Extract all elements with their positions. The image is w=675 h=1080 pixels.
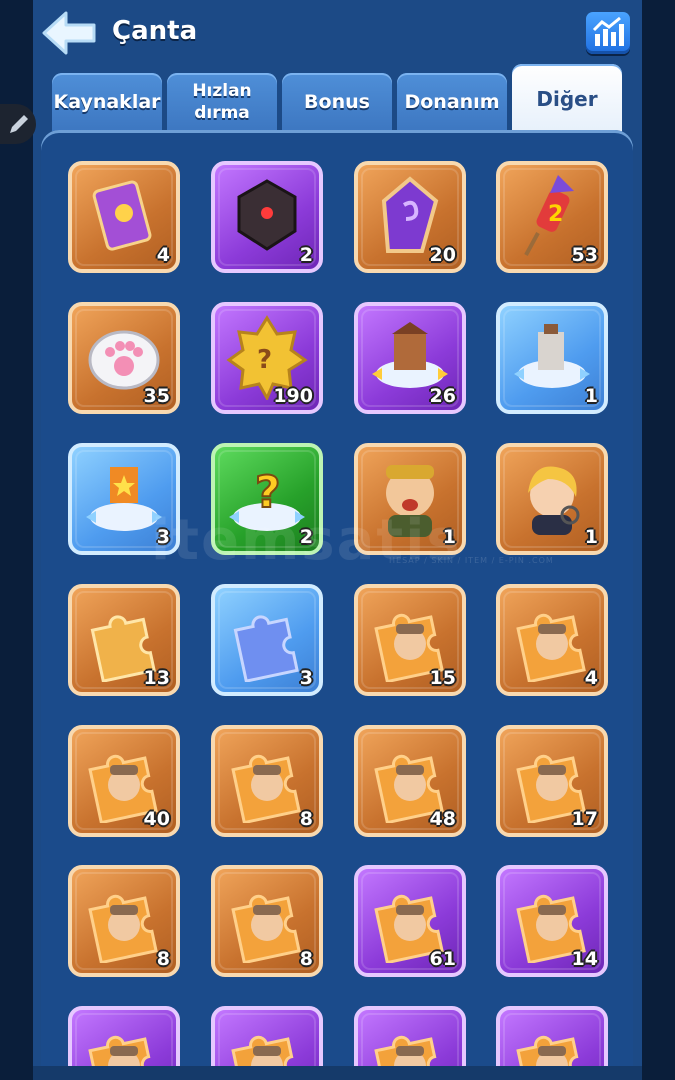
banner-move-icon [86, 467, 162, 531]
tab-kaynaklar[interactable]: Kaynaklar [52, 73, 162, 131]
item-count: 2 [299, 526, 313, 548]
inventory-item[interactable]: 4 [68, 161, 180, 273]
item-count: 15 [429, 667, 456, 689]
puzzle-hero-icon [231, 1035, 301, 1066]
item-count: 8 [299, 948, 313, 970]
tab-hizlandirma[interactable]: Hızlan dırma [167, 73, 277, 131]
item-count: 61 [429, 948, 456, 970]
inventory-item[interactable]: ? 2 [211, 443, 323, 555]
tab-bar: Kaynaklar Hızlan dırma Bonus Donanım Diğ… [52, 64, 624, 134]
bar-chart-icon [592, 16, 624, 46]
stats-button[interactable] [586, 12, 630, 54]
puzzle-hero-icon [88, 1035, 158, 1066]
inventory-item[interactable]: 8 [211, 725, 323, 837]
item-count: 1 [584, 526, 598, 548]
item-count: 48 [429, 808, 456, 830]
inventory-item[interactable] [68, 1006, 180, 1066]
puzzle-hero-icon [374, 1035, 444, 1066]
tower-move-icon [514, 324, 590, 388]
tab-donanim[interactable]: Donanım [397, 73, 507, 131]
header: Çanta [0, 0, 675, 70]
edit-side-button[interactable] [0, 104, 36, 144]
tab-diger[interactable]: Diğer [512, 64, 622, 134]
inventory-panel[interactable]: 4 2 20 2 53 35? 190 26 1 3? 2 1 1 13 3 15 4 40 8 48 17 8 8 61 14… [41, 130, 633, 1066]
inventory-item[interactable] [496, 1006, 608, 1066]
svg-text:2: 2 [548, 202, 563, 227]
puzzle-hero-icon [231, 754, 301, 823]
inventory-item[interactable]: 61 [354, 865, 466, 977]
arrow-left-icon [42, 11, 96, 55]
item-count: 4 [584, 667, 598, 689]
inventory-item[interactable] [211, 1006, 323, 1066]
back-button[interactable] [42, 10, 98, 56]
item-count: 8 [299, 808, 313, 830]
inventory-item[interactable]: 48 [354, 725, 466, 837]
item-count: 3 [156, 526, 170, 548]
item-count: 14 [571, 948, 598, 970]
puzzle-hero-icon [231, 894, 301, 963]
item-count: 26 [429, 385, 456, 407]
inventory-item[interactable]: 2 53 [496, 161, 608, 273]
item-count: 35 [143, 385, 170, 407]
item-count: 20 [429, 244, 456, 266]
card-icon [92, 180, 152, 251]
dark-crystal-icon [237, 179, 297, 251]
item-count: 190 [273, 385, 313, 407]
inventory-item[interactable]: 3 [68, 443, 180, 555]
puzzle-hero-icon [88, 894, 158, 963]
bottom-bar [33, 1066, 642, 1080]
inventory-item[interactable]: 13 [68, 584, 180, 696]
tab-bonus[interactable]: Bonus [282, 73, 392, 131]
inventory-item[interactable]: 40 [68, 725, 180, 837]
inventory-item[interactable]: 3 [211, 584, 323, 696]
inventory-item[interactable]: ? 190 [211, 302, 323, 414]
item-count: 40 [143, 808, 170, 830]
inventory-item[interactable] [354, 1006, 466, 1066]
inventory-item[interactable]: 17 [496, 725, 608, 837]
item-count: 1 [584, 385, 598, 407]
item-count: 17 [571, 808, 598, 830]
puzzle-hero-icon [516, 613, 586, 682]
pencil-icon [10, 115, 28, 133]
puzzle-hero-icon [516, 1035, 586, 1066]
inventory-item[interactable]: 20 [354, 161, 466, 273]
item-count: 1 [442, 526, 456, 548]
item-count: 53 [571, 244, 598, 266]
inventory-item[interactable]: 15 [354, 584, 466, 696]
hero-girl-icon [528, 466, 580, 535]
watermark-subtext: HESAP / SKIN / ITEM / E-PIN .COM [389, 556, 554, 565]
inventory-item[interactable]: 4 [496, 584, 608, 696]
item-count: 13 [143, 667, 170, 689]
inventory-item[interactable]: 35 [68, 302, 180, 414]
inventory-item[interactable]: 8 [68, 865, 180, 977]
page-title: Çanta [112, 16, 198, 46]
inventory-item[interactable]: 1 [496, 302, 608, 414]
inventory-item[interactable]: 1 [496, 443, 608, 555]
item-count: 4 [156, 244, 170, 266]
puzzle-blue-icon [233, 615, 299, 682]
item-count: 3 [299, 667, 313, 689]
svg-text:?: ? [255, 467, 281, 518]
svg-text:?: ? [257, 345, 272, 375]
inventory-item[interactable]: 1 [354, 443, 466, 555]
hero-boy-icon [386, 465, 434, 537]
inventory-item[interactable]: 26 [354, 302, 466, 414]
question-move-icon: ? [229, 466, 305, 531]
inventory-item[interactable]: 14 [496, 865, 608, 977]
item-count: 2 [299, 244, 313, 266]
inventory-item[interactable]: 8 [211, 865, 323, 977]
inventory-item[interactable]: 2 [211, 161, 323, 273]
item-count: 8 [156, 948, 170, 970]
